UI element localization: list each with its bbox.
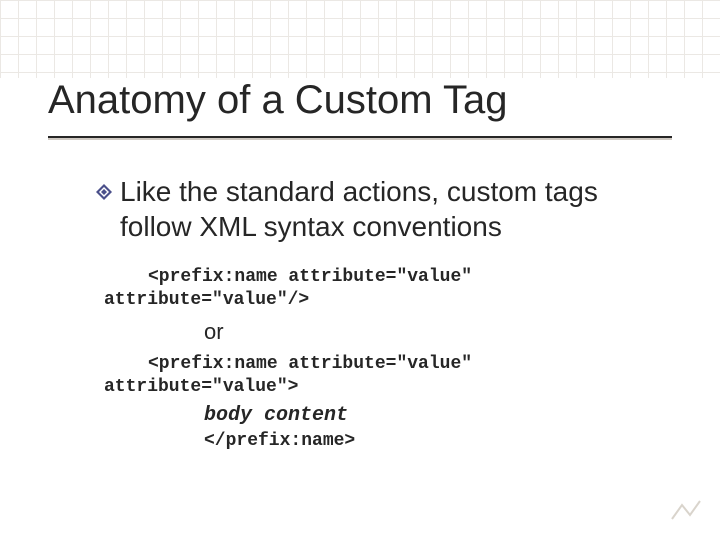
code-line: <prefix:name attribute="value" [104, 267, 472, 287]
corner-accent-icon [670, 499, 704, 528]
title-block: Anatomy of a Custom Tag [48, 78, 672, 138]
code-line: attribute="value"> [104, 377, 298, 397]
code-line: attribute="value"/> [104, 290, 309, 310]
code-example-selfclosing: <prefix:name attribute="value" attribute… [104, 266, 660, 311]
code-body-content: body content [204, 404, 660, 427]
code-close-tag: </prefix:name> [204, 431, 660, 451]
diamond-bullet-icon [96, 184, 112, 205]
bullet-item: Like the standard actions, custom tags f… [96, 174, 660, 244]
code-example-open: <prefix:name attribute="value" attribute… [104, 353, 660, 398]
content-area: Like the standard actions, custom tags f… [96, 174, 660, 451]
slide-title: Anatomy of a Custom Tag [48, 78, 672, 132]
or-separator: or [204, 319, 660, 345]
title-underline [48, 136, 672, 138]
bullet-text: Like the standard actions, custom tags f… [120, 174, 660, 244]
code-line: <prefix:name attribute="value" [104, 354, 472, 374]
slide: Anatomy of a Custom Tag Like the standar… [0, 0, 720, 540]
